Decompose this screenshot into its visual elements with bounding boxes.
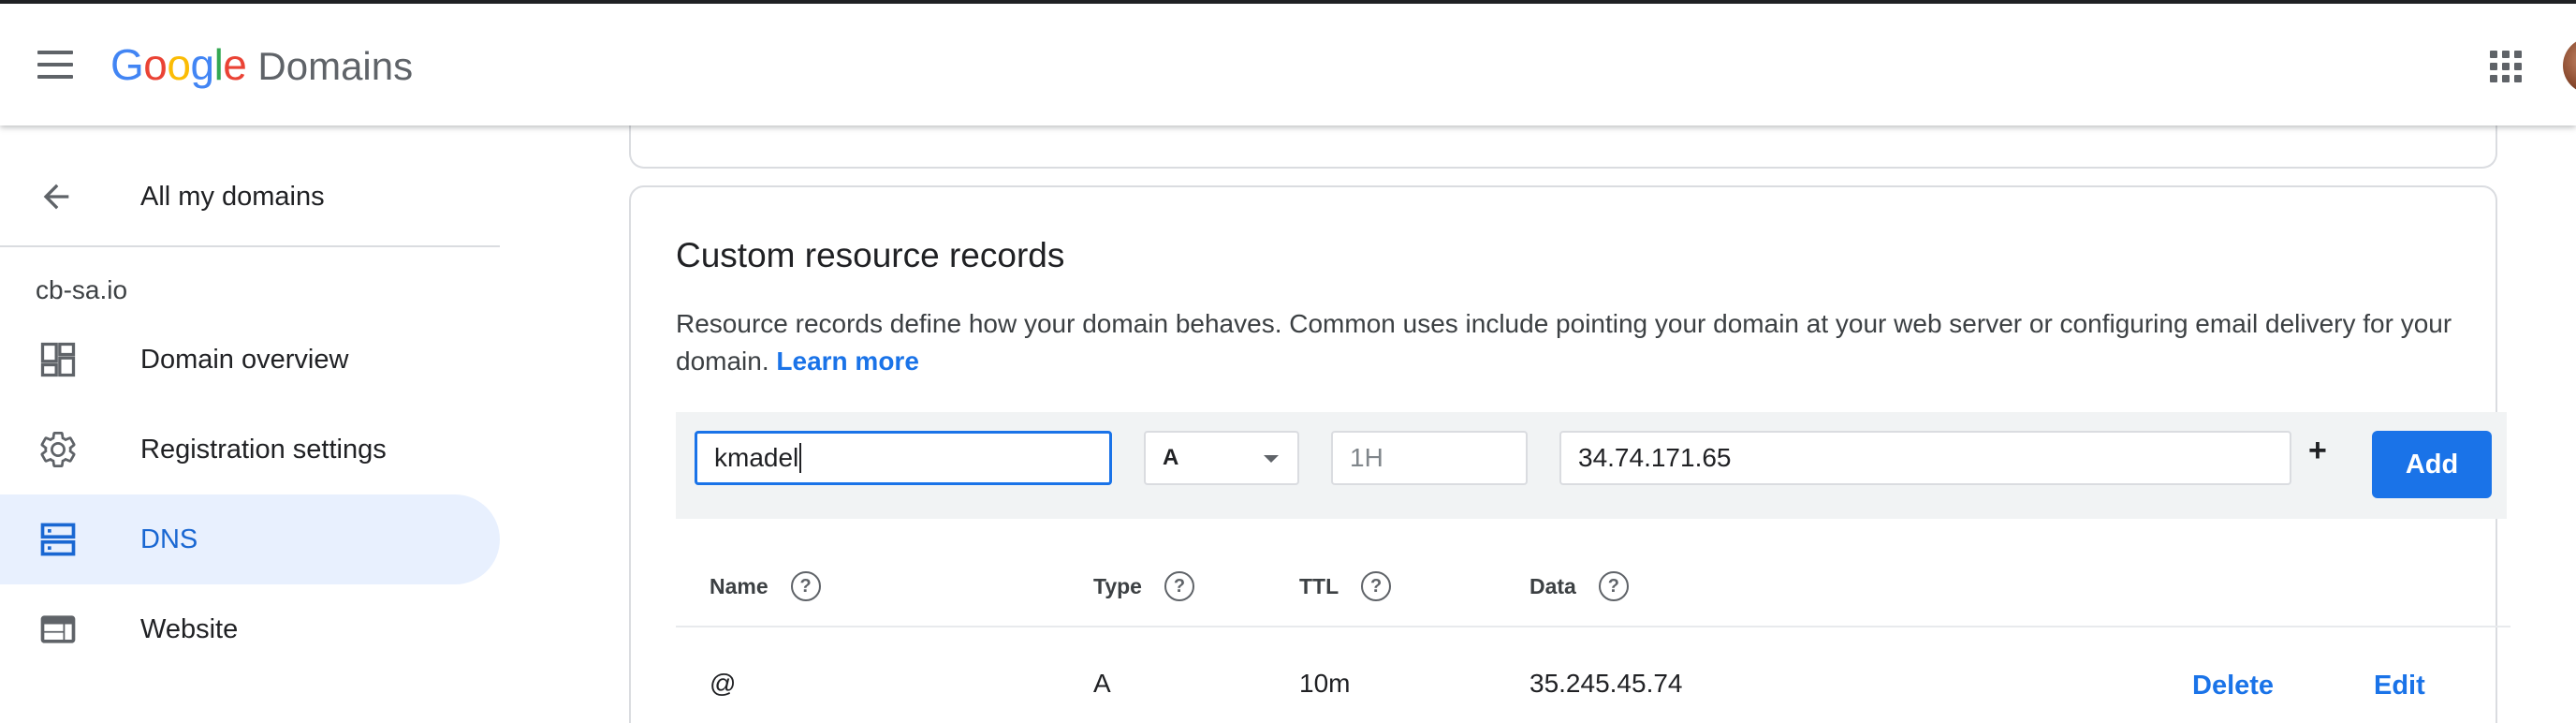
- sidebar-item-label: Domain overview: [140, 344, 349, 375]
- column-header-ttl: TTL ?: [1299, 571, 1392, 601]
- column-header-name: Name ?: [710, 571, 821, 601]
- column-label: Name: [710, 573, 768, 598]
- back-to-all-domains[interactable]: All my domains: [0, 150, 500, 243]
- sidebar-divider: [0, 245, 500, 247]
- cell-data: 35.245.45.74: [1530, 669, 1683, 698]
- sidebar-item-website[interactable]: Website: [0, 584, 500, 674]
- record-data-input[interactable]: 34.74.171.65: [1559, 431, 2291, 485]
- help-icon[interactable]: ?: [1598, 571, 1629, 601]
- add-button[interactable]: Add: [2372, 431, 2492, 498]
- cell-ttl: 10m: [1299, 669, 1351, 698]
- card-description: Resource records define how your domain …: [676, 305, 2454, 380]
- record-name-input[interactable]: kmadel: [695, 431, 1112, 485]
- card-title: Custom resource records: [676, 236, 1065, 274]
- records-table-header: Name ? Type ? TTL ? Data ?: [676, 545, 2510, 627]
- add-more-data-button[interactable]: +: [2308, 433, 2327, 469]
- cell-name: @: [710, 669, 737, 698]
- sidebar-item-registration-settings[interactable]: Registration settings: [0, 405, 500, 494]
- help-icon[interactable]: ?: [790, 571, 821, 601]
- delete-button[interactable]: Delete: [2192, 671, 2274, 701]
- column-header-data: Data ?: [1530, 571, 1629, 601]
- column-label: Type: [1093, 573, 1142, 598]
- learn-more-link[interactable]: Learn more: [776, 347, 919, 376]
- help-icon[interactable]: ?: [1361, 571, 1392, 601]
- record-type-select[interactable]: A: [1144, 431, 1299, 485]
- record-type-value: A: [1163, 445, 1179, 470]
- chevron-down-icon: [1264, 455, 1279, 463]
- sidebar-item-label: DNS: [140, 524, 198, 554]
- top-app-bar: Google Domains: [0, 0, 2576, 125]
- record-data-value: 34.74.171.65: [1578, 443, 1732, 472]
- text-caret: [799, 443, 802, 473]
- description-text: Resource records define how your domain …: [676, 309, 2452, 376]
- gear-icon: [37, 429, 79, 470]
- hamburger-menu-icon[interactable]: [37, 51, 77, 81]
- column-header-type: Type ?: [1093, 571, 1194, 601]
- sidebar: All my domains cb-sa.io Domain overview …: [0, 125, 500, 723]
- column-label: TTL: [1299, 573, 1339, 598]
- table-row: @ A 10m 35.245.45.74 Delete Edit: [676, 627, 2510, 723]
- dashboard-icon: [37, 339, 79, 380]
- avatar[interactable]: [2563, 37, 2576, 94]
- sidebar-item-label: Registration settings: [140, 434, 387, 465]
- custom-resource-records-card: Custom resource records Resource records…: [629, 185, 2510, 723]
- google-logo: Google: [110, 40, 247, 89]
- web-icon: [37, 609, 79, 650]
- cell-type: A: [1093, 669, 1111, 698]
- edit-button[interactable]: Edit: [2374, 671, 2425, 701]
- record-name-value: kmadel: [714, 443, 799, 472]
- back-label: All my domains: [140, 181, 325, 212]
- sidebar-item-label: Website: [140, 613, 239, 644]
- product-name: Domains: [257, 44, 414, 88]
- arrow-back-icon: [43, 184, 69, 210]
- add-record-form: kmadel A 1H 34.74.171.65 + Add: [676, 412, 2507, 519]
- column-label: Data: [1530, 573, 1576, 598]
- brand[interactable]: Google Domains: [110, 39, 413, 96]
- ttl-placeholder: 1H: [1350, 443, 1383, 472]
- ttl-input[interactable]: 1H: [1331, 431, 1528, 485]
- apps-grid-icon[interactable]: [2490, 51, 2522, 82]
- dns-icon: [37, 519, 79, 560]
- help-icon[interactable]: ?: [1164, 571, 1194, 601]
- sidebar-item-dns[interactable]: DNS: [0, 494, 500, 584]
- domain-name: cb-sa.io: [36, 275, 128, 304]
- sidebar-item-domain-overview[interactable]: Domain overview: [0, 315, 500, 405]
